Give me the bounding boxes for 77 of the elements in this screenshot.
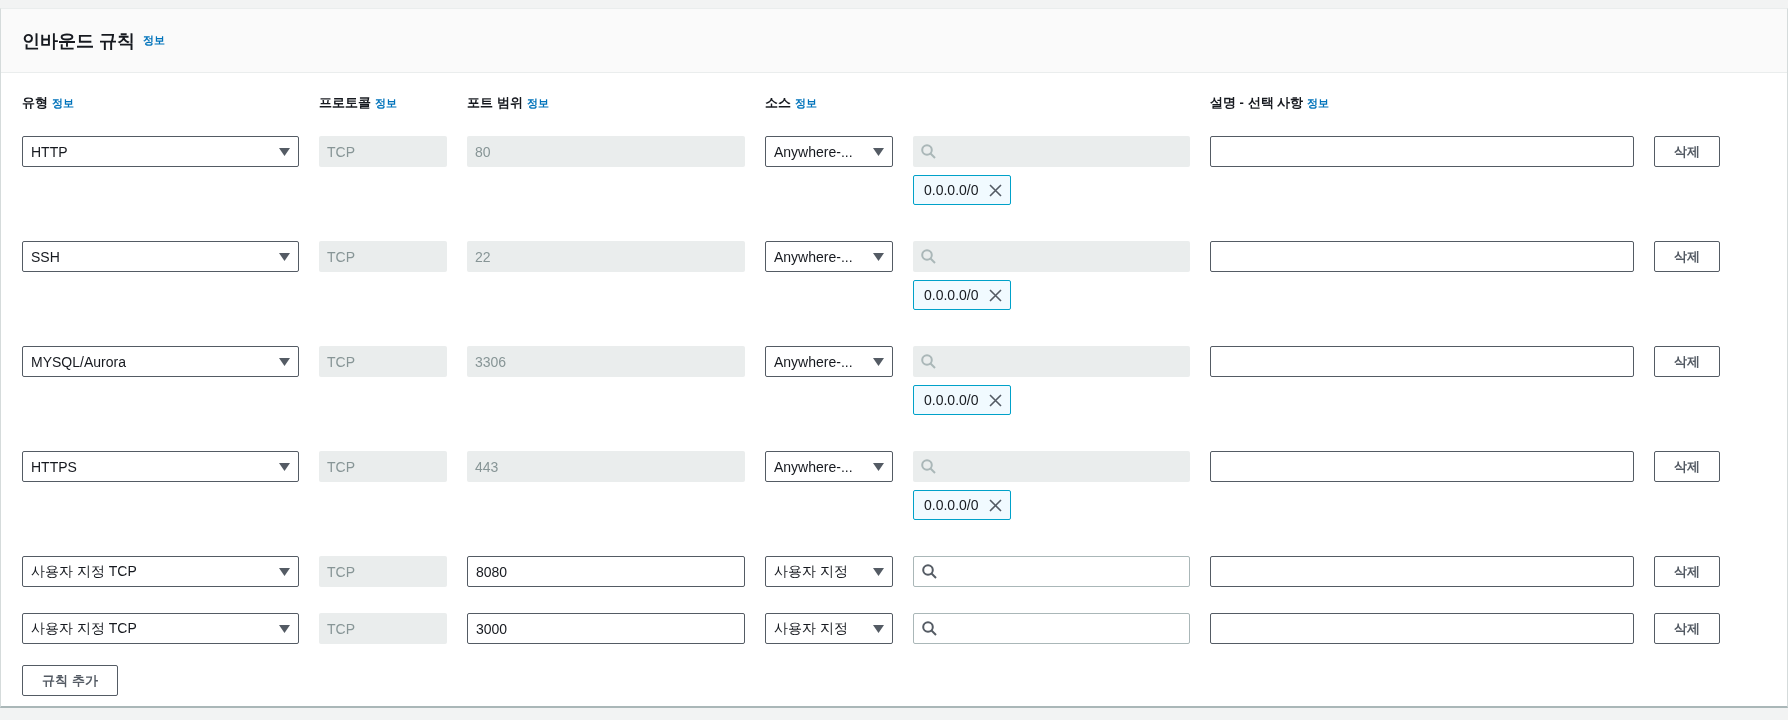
port-field[interactable]: 3000 [467,613,745,644]
search-icon [922,621,937,636]
delete-button[interactable]: 삭제 [1654,613,1720,644]
source-select[interactable]: 사용자 지정 [765,613,893,644]
caret-icon [279,567,290,576]
column-label: 설명 - 선택 사항 [1210,94,1304,112]
description-field[interactable] [1210,136,1634,167]
port-field: 3306 [467,346,745,377]
search-icon [922,564,937,579]
caret-icon [279,357,290,366]
info-link[interactable]: 정보 [526,95,549,111]
caret-icon [873,147,884,156]
type-select[interactable]: HTTP [22,136,299,167]
type-select[interactable]: 사용자 지정 TCP [22,556,299,587]
search-icon [921,354,936,369]
delete-button[interactable]: 삭제 [1654,136,1720,167]
add-rule-button[interactable]: 규칙 추가 [22,665,118,696]
caret-icon [279,252,290,261]
cidr-token: 0.0.0.0/0 [913,490,1011,520]
caret-icon [873,462,884,471]
column-label: 프로토콜 [319,94,371,112]
port-field[interactable]: 8080 [467,556,745,587]
close-icon[interactable] [988,393,1002,407]
info-link[interactable]: 정보 [375,95,397,111]
type-select[interactable]: MYSQL/Aurora [22,346,299,377]
close-icon[interactable] [988,498,1002,512]
caret-icon [873,252,884,261]
caret-icon [873,567,884,576]
port-field: 22 [467,241,745,272]
description-field[interactable] [1210,556,1634,587]
info-link[interactable]: 정보 [795,95,817,111]
type-select[interactable]: SSH [22,241,299,272]
search-icon [921,459,936,474]
caret-icon [279,147,290,156]
search-icon [921,249,936,264]
search-field[interactable] [913,556,1190,587]
protocol-field: TCP [319,241,447,272]
caret-icon [873,624,884,633]
description-field[interactable] [1210,613,1634,644]
info-link[interactable]: 정보 [143,33,165,48]
info-link[interactable]: 정보 [52,95,74,111]
delete-button[interactable]: 삭제 [1654,346,1720,377]
cidr-token: 0.0.0.0/0 [913,175,1011,205]
delete-button[interactable]: 삭제 [1654,556,1720,587]
type-select[interactable]: HTTPS [22,451,299,482]
column-label: 포트 범위 [467,94,523,112]
source-select[interactable]: Anywhere-... [765,451,893,482]
search-icon [921,144,936,159]
caret-icon [279,462,290,471]
protocol-field: TCP [319,613,447,644]
search-field[interactable] [913,613,1190,644]
source-select[interactable]: Anywhere-... [765,241,893,272]
delete-button[interactable]: 삭제 [1654,241,1720,272]
type-select[interactable]: 사용자 지정 TCP [22,613,299,644]
description-field[interactable] [1210,241,1634,272]
port-field: 80 [467,136,745,167]
caret-icon [279,624,290,633]
protocol-field: TCP [319,346,447,377]
close-icon[interactable] [988,183,1002,197]
protocol-field: TCP [319,136,447,167]
protocol-field: TCP [319,451,447,482]
port-field: 443 [467,451,745,482]
source-select[interactable]: Anywhere-... [765,346,893,377]
protocol-field: TCP [319,556,447,587]
close-icon[interactable] [988,288,1002,302]
source-select[interactable]: 사용자 지정 [765,556,893,587]
info-link[interactable]: 정보 [1307,95,1330,111]
column-label: 소스 [765,94,791,112]
caret-icon [873,357,884,366]
description-field[interactable] [1210,346,1634,377]
source-select[interactable]: Anywhere-... [765,136,893,167]
column-label: 유형 [22,94,48,112]
cidr-token: 0.0.0.0/0 [913,385,1011,415]
delete-button[interactable]: 삭제 [1654,451,1720,482]
panel-title: 인바운드 규칙 [22,29,135,53]
description-field[interactable] [1210,451,1634,482]
cidr-token: 0.0.0.0/0 [913,280,1011,310]
